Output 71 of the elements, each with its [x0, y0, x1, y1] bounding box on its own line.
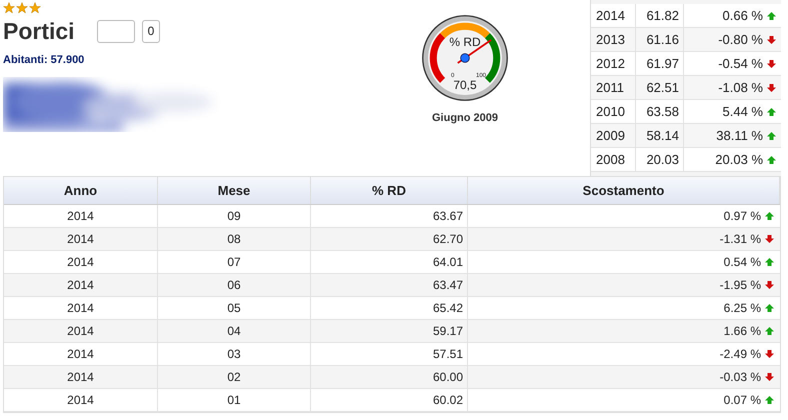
- table-cell: 03: [158, 343, 311, 365]
- gauge-caption: Giugno 2009: [432, 111, 498, 126]
- city-name: Portici: [3, 20, 75, 43]
- table-cell: 61.82: [636, 4, 684, 27]
- table-cell-text: -1.31 %: [720, 230, 761, 248]
- table-cell: 01: [158, 389, 311, 411]
- table-cell: 63.58: [636, 100, 684, 123]
- table-cell: 64.01: [311, 251, 468, 273]
- table-cell: 63.47: [311, 274, 468, 296]
- table-cell-text: 5.44 %: [722, 102, 763, 120]
- table-cell: 2014: [4, 228, 158, 250]
- table-cell: 2014: [4, 366, 158, 388]
- table-cell: 2014: [4, 389, 158, 411]
- table-cell: 2011: [591, 76, 636, 99]
- table-cell: 58.14: [636, 124, 684, 147]
- table-cell: 60.02: [311, 389, 468, 411]
- table-cell: 62.51: [636, 76, 684, 99]
- table-cell: 2009: [591, 124, 636, 147]
- table-cell: 2014: [4, 205, 158, 227]
- table-cell: 57.51: [311, 343, 468, 365]
- table-cell-text: 20.03 %: [715, 150, 763, 168]
- table-cell: 09: [158, 205, 311, 227]
- table-cell: 2014: [4, 343, 158, 365]
- table-cell: 2014: [4, 274, 158, 296]
- table-cell: 59.17: [311, 320, 468, 342]
- table-cell-text: -0.80 %: [718, 30, 763, 48]
- table-cell: 06: [158, 274, 311, 296]
- table-cell-text: 0.07 %: [724, 392, 761, 408]
- gauge-value: 70,5: [452, 79, 478, 91]
- table-cell: 2008: [591, 148, 636, 171]
- population-text: Abitanti: 57.900: [3, 53, 86, 68]
- star-icon: [29, 2, 41, 14]
- table-cell: 07: [158, 251, 311, 273]
- table-cell: 02: [158, 366, 311, 388]
- column-header: Anno: [4, 177, 158, 204]
- table-cell: 61.16: [636, 28, 684, 51]
- table-cell-text: 1.66 %: [724, 322, 761, 340]
- column-header: % RD: [311, 177, 468, 204]
- table-cell-text: -1.95 %: [720, 276, 761, 294]
- table-cell-text: 0.97 %: [724, 208, 761, 224]
- table-cell: 04: [158, 320, 311, 342]
- like-button[interactable]: [96, 20, 135, 43]
- table-cell: 2013: [591, 28, 636, 51]
- table-cell: 63.67: [311, 205, 468, 227]
- like-count: 0: [142, 20, 160, 43]
- column-header: Mese: [158, 177, 311, 204]
- table-cell: 60.00: [311, 366, 468, 388]
- table-cell-text: 6.25 %: [724, 300, 761, 316]
- table-cell-text: 38.11 %: [716, 126, 763, 144]
- star-icon: [16, 2, 28, 14]
- table-cell: 2014: [4, 297, 158, 319]
- table-cell-text: 0.66 %: [722, 6, 763, 24]
- table-cell-text: -0.03 %: [720, 368, 761, 386]
- star-icon: [3, 2, 15, 14]
- table-cell-text: 0.54 %: [724, 254, 761, 270]
- table-cell: 05: [158, 297, 311, 319]
- table-cell: 61.97: [636, 52, 684, 75]
- table-cell: 2012: [591, 52, 636, 75]
- table-cell: 62.70: [311, 228, 468, 250]
- table-cell: 08: [158, 228, 311, 250]
- column-header: Scostamento: [468, 177, 780, 204]
- table-cell: 2014: [4, 320, 158, 342]
- table-cell-text: -0.54 %: [718, 54, 763, 72]
- table-cell: 65.42: [311, 297, 468, 319]
- table-cell: 2014: [4, 251, 158, 273]
- gauge-label: % RD: [448, 36, 482, 48]
- table-cell: 20.03: [636, 148, 684, 171]
- table-cell-text: -2.49 %: [720, 346, 761, 362]
- table-cell: 2010: [591, 100, 636, 123]
- table-cell-text: -1.08 %: [718, 78, 763, 96]
- table-cell: 2014: [591, 4, 636, 27]
